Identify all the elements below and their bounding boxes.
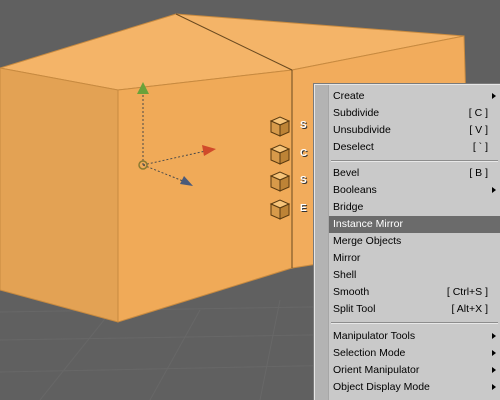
menu-item-merge-objects[interactable]: Merge Objects — [329, 233, 500, 250]
cube-front-face — [117, 69, 293, 323]
submenu-arrow-icon — [492, 350, 496, 356]
menu-item-shortcut: [ Alt+X ] — [451, 303, 488, 315]
menu-item-label: Booleans — [333, 184, 377, 196]
menu-item-label: Unsubdivide — [333, 124, 391, 136]
menu-item-split-tool[interactable]: Split Tool [ Alt+X ] — [329, 301, 500, 318]
menu-item-label: Orient Manipulator — [333, 364, 420, 376]
menu-item-shell[interactable]: Shell — [329, 267, 500, 284]
menu-item-label: Smooth — [333, 286, 370, 298]
menu-item-shortcut: [ B ] — [469, 167, 488, 179]
submenu-arrow-icon — [492, 93, 496, 99]
hotbox-label-3[interactable]: S — [300, 175, 307, 186]
menu-item-label: Bridge — [333, 201, 364, 213]
menu-item-subdivide[interactable]: Subdivide [ C ] — [329, 105, 500, 122]
hotbox-label-1[interactable]: S — [300, 120, 307, 131]
menu-item-label: Bevel — [333, 167, 360, 179]
menu-separator — [331, 160, 498, 162]
menu-item-label: Merge Objects — [333, 235, 402, 247]
menu-item-shortcut: [ Ctrl+S ] — [446, 286, 488, 298]
submenu-arrow-icon — [492, 333, 496, 339]
menu-item-mirror[interactable]: Mirror — [329, 250, 500, 267]
hotbox-label-2[interactable]: C — [300, 148, 307, 159]
menu-item-label: Create — [333, 90, 365, 102]
menu-item-label: Deselect — [333, 141, 374, 153]
menu-item-label: Shell — [333, 269, 357, 281]
menu-item-manipulator-tools[interactable]: Manipulator Tools — [329, 328, 500, 345]
menu-item-label: Mirror — [333, 252, 361, 264]
menu-item-bridge[interactable]: Bridge — [329, 199, 500, 216]
menu-item-deselect[interactable]: Deselect [ ` ] — [329, 139, 500, 156]
submenu-arrow-icon — [492, 384, 496, 390]
menu-item-label: Subdivide — [333, 107, 380, 119]
menu-item-label: Split Tool — [333, 303, 376, 315]
menu-item-label: Object Display Mode — [333, 381, 430, 393]
menu-item-unsubdivide[interactable]: Unsubdivide [ V ] — [329, 122, 500, 139]
menu-icon-strip — [315, 85, 329, 400]
menu-item-label: Manipulator Tools — [333, 330, 416, 342]
hotbox-label-4[interactable]: E — [300, 203, 307, 214]
menu-item-shortcut: [ V ] — [469, 124, 488, 136]
menu-item-booleans[interactable]: Booleans — [329, 182, 500, 199]
menu-item-label: Selection Mode — [333, 347, 406, 359]
menu-item-object-display-mode[interactable]: Object Display Mode — [329, 379, 500, 396]
menu-item-create[interactable]: Create — [329, 88, 500, 105]
menu-item-instance-mirror[interactable]: Instance Mirror — [329, 216, 500, 233]
menu-item-label: Instance Mirror — [333, 218, 404, 230]
menu-item-bevel[interactable]: Bevel [ B ] — [329, 165, 500, 182]
cube-left-face — [0, 67, 119, 323]
submenu-arrow-icon — [492, 367, 496, 373]
menu-item-smooth[interactable]: Smooth [ Ctrl+S ] — [329, 284, 500, 301]
menu-item-shortcut: [ ` ] — [472, 141, 488, 153]
menu-item-selection-mode[interactable]: Selection Mode — [329, 345, 500, 362]
context-menu: Create Subdivide [ C ] Unsubdivide [ V ]… — [314, 84, 500, 400]
menu-separator — [331, 322, 498, 324]
submenu-arrow-icon — [492, 187, 496, 193]
menu-item-shortcut: [ C ] — [468, 107, 488, 119]
menu-item-orient-manipulator[interactable]: Orient Manipulator — [329, 362, 500, 379]
